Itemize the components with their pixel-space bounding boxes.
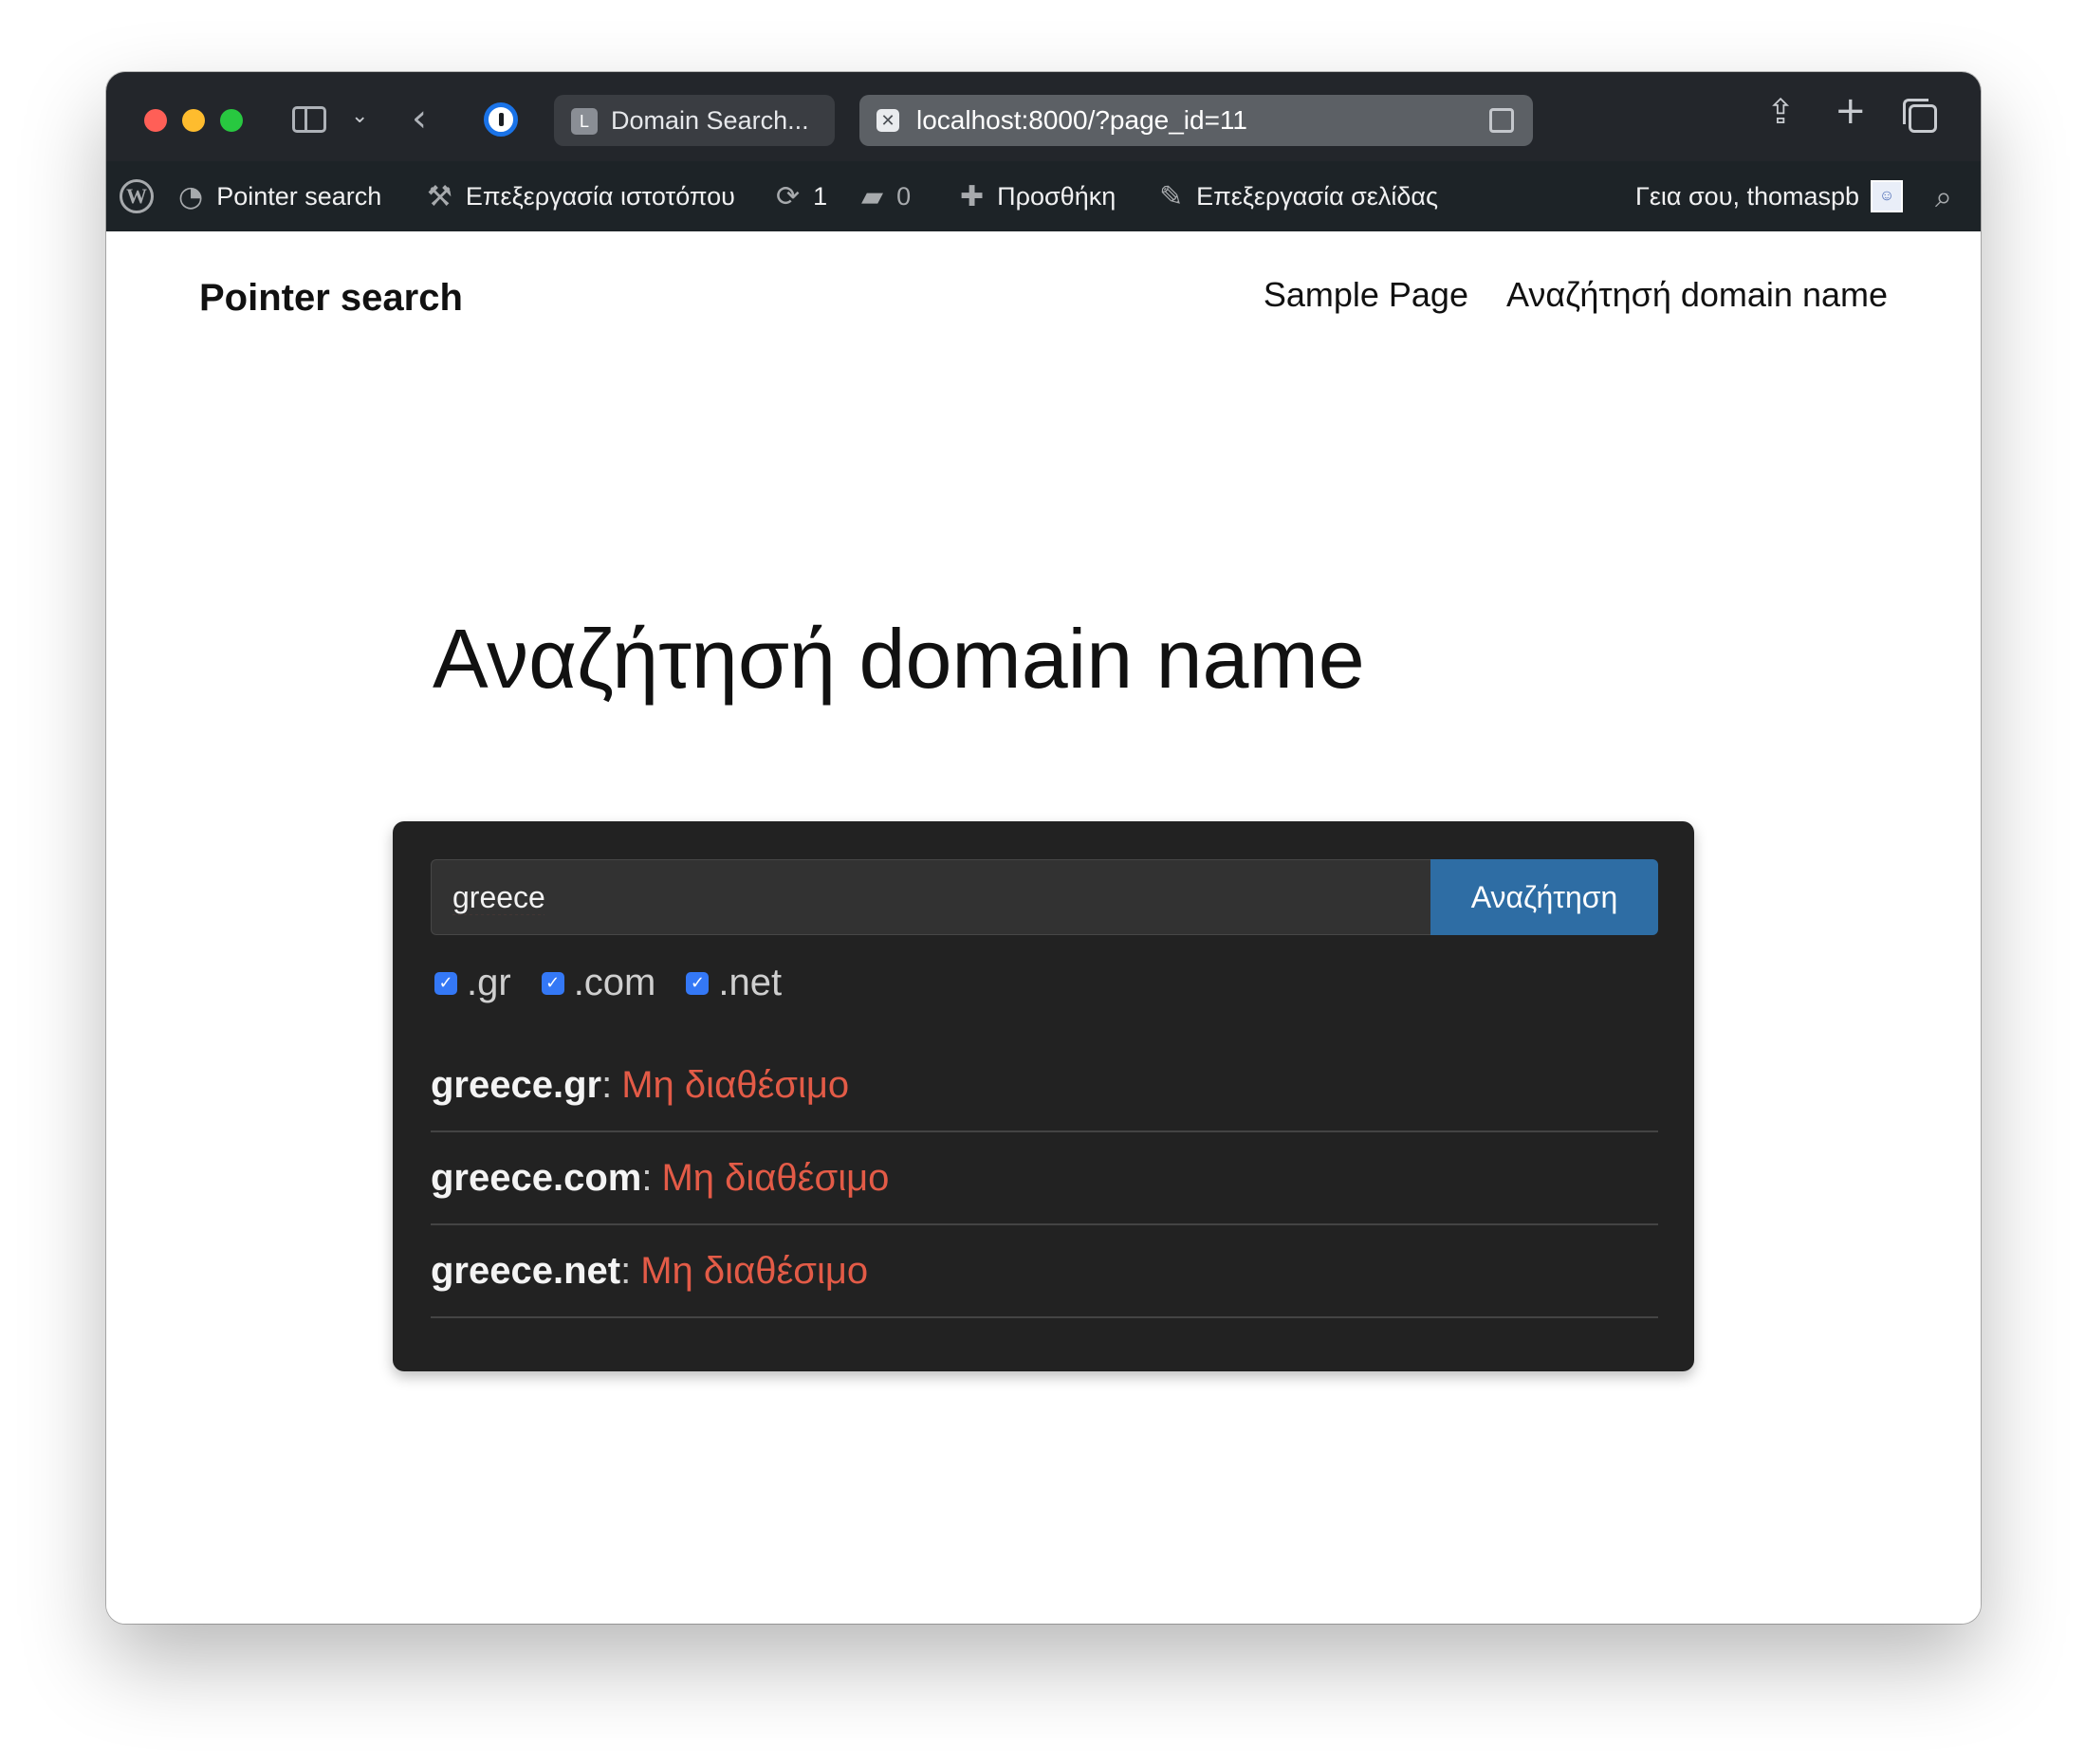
sidebar-toggle-icon[interactable]: [292, 106, 326, 133]
tld-option-net[interactable]: ✓ .net: [686, 962, 782, 1004]
admin-bar-edit-page[interactable]: ✎ Επεξεργασία σελίδας: [1159, 161, 1438, 231]
admin-bar-account[interactable]: Γεια σου, thomaspb ☺: [1635, 161, 1904, 231]
result-status: Μη διαθέσιμο: [661, 1156, 890, 1199]
admin-bar-new-label: Προσθήκη: [997, 181, 1116, 211]
tab-favicon-icon: L: [571, 108, 598, 135]
browser-window: ⌄ ‹ L Domain Search... ✕ localhost:8000/…: [106, 72, 1981, 1624]
wordpress-logo-icon: W: [120, 179, 154, 213]
nav-item-sample-page[interactable]: Sample Page: [1264, 275, 1468, 315]
result-row: greece.com : Μη διαθέσιμο: [431, 1132, 1658, 1225]
admin-bar-updates-count: 1: [813, 181, 828, 211]
result-row: greece.gr : Μη διαθέσιμο: [431, 1039, 1658, 1132]
admin-bar-edit-site-label: Επεξεργασία ιστοτόπου: [465, 181, 735, 211]
zoom-window-button[interactable]: [220, 109, 243, 132]
tab-title: Domain Search...: [611, 106, 809, 135]
close-window-button[interactable]: [144, 109, 167, 132]
admin-bar-new[interactable]: ✚ Προσθήκη: [960, 161, 1116, 231]
dashboard-icon: ◔: [178, 179, 204, 213]
domain-search-card: Αναζήτηση ✓ .gr ✓ .com ✓ .net greece.gr …: [393, 821, 1694, 1371]
tld-label: .com: [573, 962, 656, 1003]
result-separator: :: [620, 1249, 632, 1292]
tld-label: .gr: [467, 962, 511, 1003]
site-title[interactable]: Pointer search: [199, 277, 463, 320]
back-arrow-icon[interactable]: ‹: [412, 97, 427, 140]
comment-icon: ▰: [861, 179, 884, 213]
password-manager-icon[interactable]: [484, 102, 518, 137]
domain-search-input[interactable]: [431, 859, 1430, 935]
minimize-window-button[interactable]: [182, 109, 205, 132]
share-icon[interactable]: ⇪: [1766, 93, 1795, 132]
refresh-icon: ⟳: [776, 179, 801, 213]
tld-option-com[interactable]: ✓ .com: [541, 962, 656, 1004]
admin-bar-search[interactable]: ⌕: [1935, 161, 1952, 231]
result-separator: :: [601, 1063, 613, 1106]
admin-bar-greeting: Γεια σου, thomaspb: [1635, 181, 1860, 211]
tld-option-gr[interactable]: ✓ .gr: [434, 962, 511, 1004]
hammer-icon: ⚒: [427, 179, 452, 213]
wordpress-logo-menu[interactable]: W: [120, 161, 154, 231]
new-tab-icon[interactable]: +: [1835, 89, 1867, 133]
wp-admin-bar: W ◔ Pointer search ⚒ Επεξεργασία ιστοτόπ…: [106, 161, 1981, 231]
admin-bar-site-name[interactable]: ◔ Pointer search: [178, 161, 381, 231]
url-text[interactable]: localhost:8000/?page_id=11: [916, 105, 1247, 136]
reader-mode-icon[interactable]: [1489, 108, 1514, 133]
nav-item-domain-search[interactable]: Αναζήτησή domain name: [1506, 275, 1888, 315]
address-bar[interactable]: ✕ localhost:8000/?page_id=11: [859, 95, 1533, 146]
close-tab-icon[interactable]: ✕: [876, 109, 899, 132]
tld-options: ✓ .gr ✓ .com ✓ .net: [434, 962, 782, 1004]
page-title: Αναζήτησή domain name: [433, 612, 1365, 706]
admin-bar-comments[interactable]: ▰ 0: [861, 161, 911, 231]
admin-bar-updates[interactable]: ⟳ 1: [776, 161, 827, 231]
checkbox-checked-icon[interactable]: ✓: [686, 971, 710, 995]
admin-bar-edit-page-label: Επεξεργασία σελίδας: [1196, 181, 1439, 211]
pencil-icon: ✎: [1159, 179, 1184, 213]
checkbox-checked-icon[interactable]: ✓: [541, 971, 564, 995]
search-button[interactable]: Αναζήτηση: [1430, 859, 1658, 935]
result-domain: greece.com: [431, 1156, 642, 1199]
checkbox-checked-icon[interactable]: ✓: [434, 971, 457, 995]
tld-label: .net: [718, 962, 783, 1003]
plus-icon: ✚: [960, 179, 985, 213]
admin-bar-edit-site[interactable]: ⚒ Επεξεργασία ιστοτόπου: [427, 161, 735, 231]
result-separator: :: [641, 1156, 653, 1199]
tab-overview-icon[interactable]: [1903, 99, 1937, 133]
page-content: Pointer search Sample Page Αναζήτησή dom…: [106, 231, 1981, 1624]
result-status: Μη διαθέσιμο: [621, 1063, 850, 1106]
avatar: ☺: [1871, 180, 1904, 212]
result-domain: greece.gr: [431, 1063, 602, 1106]
result-row: greece.net : Μη διαθέσιμο: [431, 1225, 1658, 1318]
tab-domain-search[interactable]: L Domain Search...: [554, 95, 835, 146]
admin-bar-site-name-label: Pointer search: [216, 181, 382, 211]
admin-bar-comments-count: 0: [896, 181, 912, 211]
result-status: Μη διαθέσιμο: [640, 1249, 869, 1292]
primary-navigation: Sample Page Αναζήτησή domain name: [1264, 275, 1888, 315]
chevron-down-icon[interactable]: ⌄: [351, 104, 368, 128]
result-domain: greece.net: [431, 1249, 621, 1292]
search-icon: ⌕: [1935, 177, 1952, 214]
browser-toolbar: ⌄ ‹ L Domain Search... ✕ localhost:8000/…: [106, 72, 1981, 161]
